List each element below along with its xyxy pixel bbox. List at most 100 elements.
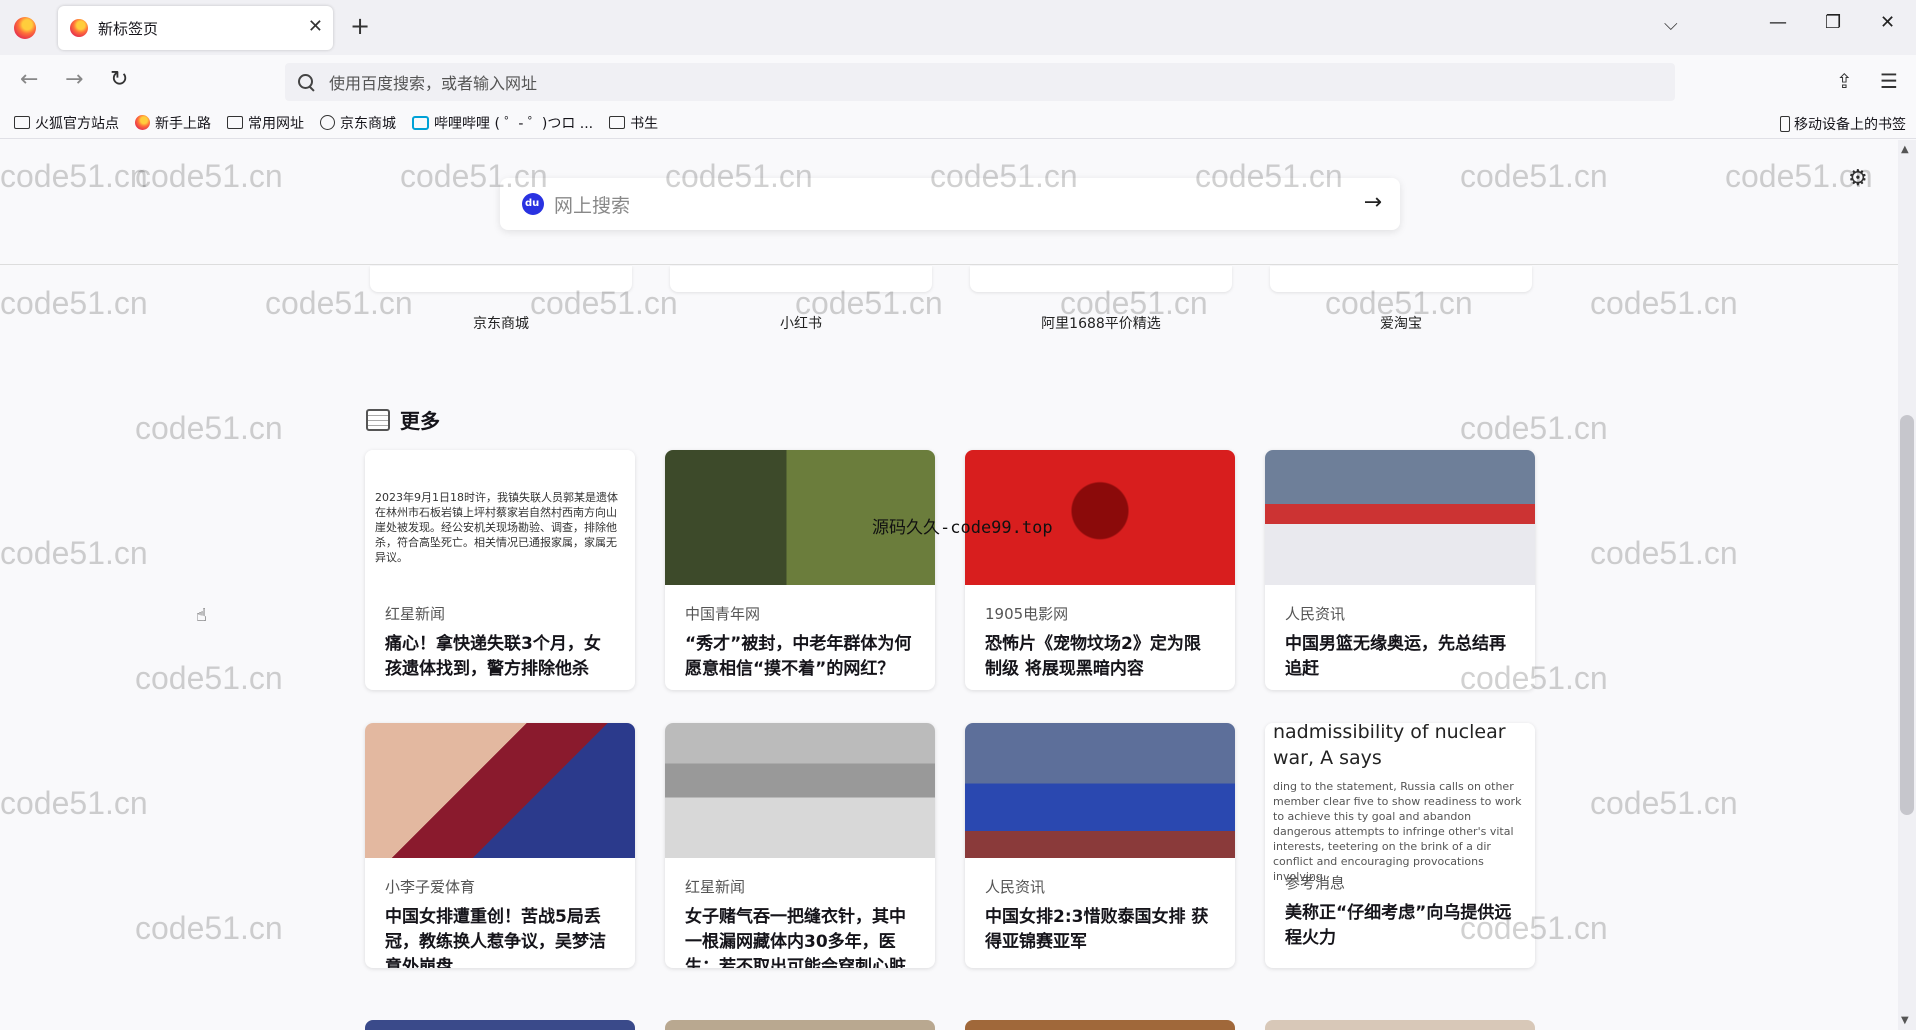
story-card[interactable]: 人民资讯 中国男篮无缘奥运，先总结再追赶 [1265, 450, 1535, 690]
mobile-bookmarks[interactable]: 移动设备上的书签 [1780, 114, 1906, 134]
bookmark-item[interactable]: 火狐官方站点 [14, 113, 119, 133]
story-source: 1905电影网 [985, 605, 1069, 623]
watermark: code51.cn [135, 660, 283, 696]
story-title: 女子赌气吞一把缝衣针，其中一根漏网藏体内30多年，医生：若不取出可能会穿刺心脏 [685, 907, 906, 968]
shortcut-label[interactable]: 小红书 [670, 313, 932, 333]
reload-button[interactable]: ↻ [110, 67, 128, 92]
tab-new-tab[interactable]: 新标签页 ✕ [58, 6, 333, 50]
back-button[interactable]: ← [20, 67, 38, 92]
story-card[interactable]: 2023年9月1日18时许，我镇失联人员郭某是遗体在林州市石板岩镇上坪村蔡家岩自… [365, 450, 635, 690]
story-source: 参考消息 [1285, 874, 1346, 892]
story-image [665, 723, 935, 858]
watermark: code51.cn [1590, 535, 1738, 571]
search-arrow-icon[interactable]: → [1364, 190, 1382, 215]
watermark: code51.cn [135, 410, 283, 446]
list-all-tabs-button[interactable]: ⌵ [1664, 14, 1678, 35]
close-window-button[interactable]: ✕ [1880, 12, 1895, 33]
search-placeholder: 网上搜索 [554, 194, 631, 217]
story-title: 中国男篮无缘奥运，先总结再追赶 [1285, 634, 1506, 679]
story-image-headline: nadmissibility of nuclear war, A says [1273, 723, 1506, 769]
minimize-button[interactable]: — [1769, 12, 1787, 33]
watermark: code51.cn [1460, 410, 1608, 446]
baidu-paw-icon [522, 193, 544, 215]
story-title: 恐怖片《宠物坟场2》定为限制级 将展现黑暗内容 [985, 634, 1201, 679]
folder-icon [609, 116, 626, 129]
watermark: code51.cn [1590, 785, 1738, 821]
close-tab-icon[interactable]: ✕ [308, 16, 323, 37]
shortcut-label[interactable]: 爱淘宝 [1270, 313, 1532, 333]
tab-strip: 新标签页 ✕ + ⌵ — ❐ ✕ [0, 0, 1916, 55]
story-source: 中国青年网 [685, 605, 761, 623]
bilibili-icon [412, 115, 429, 130]
url-placeholder: 使用百度搜索，或者输入网址 [329, 74, 538, 93]
story-card[interactable]: 人民资讯 中国女排2:3惜败泰国女排 获得亚锦赛亚军 [965, 723, 1235, 968]
shortcut-label[interactable]: 阿里1688平价精选 [970, 313, 1232, 333]
story-source: 小李子爱体育 [385, 878, 476, 896]
globe-icon [320, 115, 335, 130]
watermark: code51.cn [1590, 285, 1738, 321]
settings-gear-icon[interactable]: ⚙ [1848, 166, 1868, 191]
shortcut-tile[interactable] [970, 266, 1232, 292]
scroll-down-icon[interactable]: ▼ [1901, 1015, 1909, 1026]
story-card[interactable]: 中国青年网 “秀才”被封，中老年群体为何愿意相信“摸不着”的网红？ [665, 450, 935, 690]
story-card[interactable]: 1905电影网 恐怖片《宠物坟场2》定为限制级 将展现黑暗内容 [965, 450, 1235, 690]
bookmarks-toolbar: 火狐官方站点 新手上路 常用网址 京东商城 哔哩哔哩 ( ゜- ゜)つロ ...… [0, 107, 1916, 139]
story-image: nadmissibility of nuclear war, A says di… [1265, 723, 1535, 883]
watermark: code51.cn [135, 910, 283, 946]
extensions-icon[interactable]: ⇪ [1836, 69, 1853, 93]
folder-icon [227, 116, 243, 129]
story-card[interactable] [365, 1020, 635, 1030]
bookmark-item[interactable]: 哔哩哔哩 ( ゜- ゜)つロ ... [412, 113, 593, 133]
story-title: 中国女排2:3惜败泰国女排 获得亚锦赛亚军 [985, 907, 1209, 952]
story-title: “秀才”被封，中老年群体为何愿意相信“摸不着”的网红？ [685, 634, 912, 679]
url-bar[interactable]: 使用百度搜索，或者输入网址 [285, 63, 1675, 101]
newspaper-icon [366, 408, 390, 431]
firefox-menu-icon[interactable] [14, 16, 36, 39]
bookmark-item[interactable]: 京东商城 [320, 113, 396, 133]
hand-cursor-icon: ☝ [196, 605, 207, 626]
story-title: 痛心！拿快递失联3个月，女孩遗体找到，警方排除他杀 [385, 634, 601, 679]
sticky-search-header: 网上搜索 → ⚙ [0, 140, 1898, 265]
watermark: code51.cn [0, 535, 148, 571]
shortcut-tile[interactable] [1270, 266, 1532, 292]
story-source: 红星新闻 [385, 605, 446, 623]
firefox-icon [135, 115, 150, 130]
story-image [365, 723, 635, 858]
folder-icon [14, 116, 30, 129]
bookmark-item[interactable]: 书生 [609, 113, 658, 133]
story-image-text: ding to the statement, Russia calls on o… [1273, 780, 1522, 883]
web-search-box[interactable]: 网上搜索 → [500, 178, 1400, 230]
new-tab-button[interactable]: + [350, 12, 370, 40]
story-title: 中国女排遭重创！苦战5局丢冠，教练换人惹争议，吴梦洁意外崩盘 [385, 907, 606, 968]
search-icon [297, 73, 315, 91]
story-card[interactable] [965, 1020, 1235, 1030]
phone-icon [1780, 116, 1790, 132]
section-title: 更多 [366, 405, 440, 434]
forward-button[interactable]: → [65, 67, 83, 92]
bookmark-item[interactable]: 新手上路 [135, 113, 211, 133]
navigation-toolbar: ← → ↻ 使用百度搜索，或者输入网址 ⇪ ☰ [0, 55, 1916, 107]
scroll-up-icon[interactable]: ▲ [1901, 144, 1909, 155]
overlay-watermark-text: 源码久久-code99.top [872, 518, 1053, 538]
new-tab-page: 京东商城 小红书 阿里1688平价精选 爱淘宝 网上搜索 → ⚙ 更多 2023… [0, 140, 1898, 1030]
story-card[interactable] [1265, 1020, 1535, 1030]
story-image [965, 723, 1235, 858]
menu-icon[interactable]: ☰ [1880, 69, 1898, 93]
bookmark-item[interactable]: 常用网址 [227, 113, 304, 133]
story-card[interactable]: 红星新闻 女子赌气吞一把缝衣针，其中一根漏网藏体内30多年，医生：若不取出可能会… [665, 723, 935, 968]
story-source: 人民资讯 [985, 878, 1046, 896]
restore-button[interactable]: ❐ [1825, 12, 1841, 33]
watermark: code51.cn [0, 285, 148, 321]
story-card[interactable] [665, 1020, 935, 1030]
shortcut-label[interactable]: 京东商城 [370, 313, 632, 333]
story-card[interactable]: nadmissibility of nuclear war, A says di… [1265, 723, 1535, 968]
story-source: 红星新闻 [685, 878, 746, 896]
tab-title: 新标签页 [98, 19, 159, 38]
scrollbar-thumb[interactable] [1900, 415, 1914, 815]
story-card[interactable]: 小李子爱体育 中国女排遭重创！苦战5局丢冠，教练换人惹争议，吴梦洁意外崩盘 [365, 723, 635, 968]
firefox-tab-icon [70, 19, 88, 37]
shortcut-tile[interactable] [370, 266, 632, 292]
shortcut-tile[interactable] [670, 266, 932, 292]
story-image [1265, 450, 1535, 585]
watermark: code51.cn [0, 785, 148, 821]
